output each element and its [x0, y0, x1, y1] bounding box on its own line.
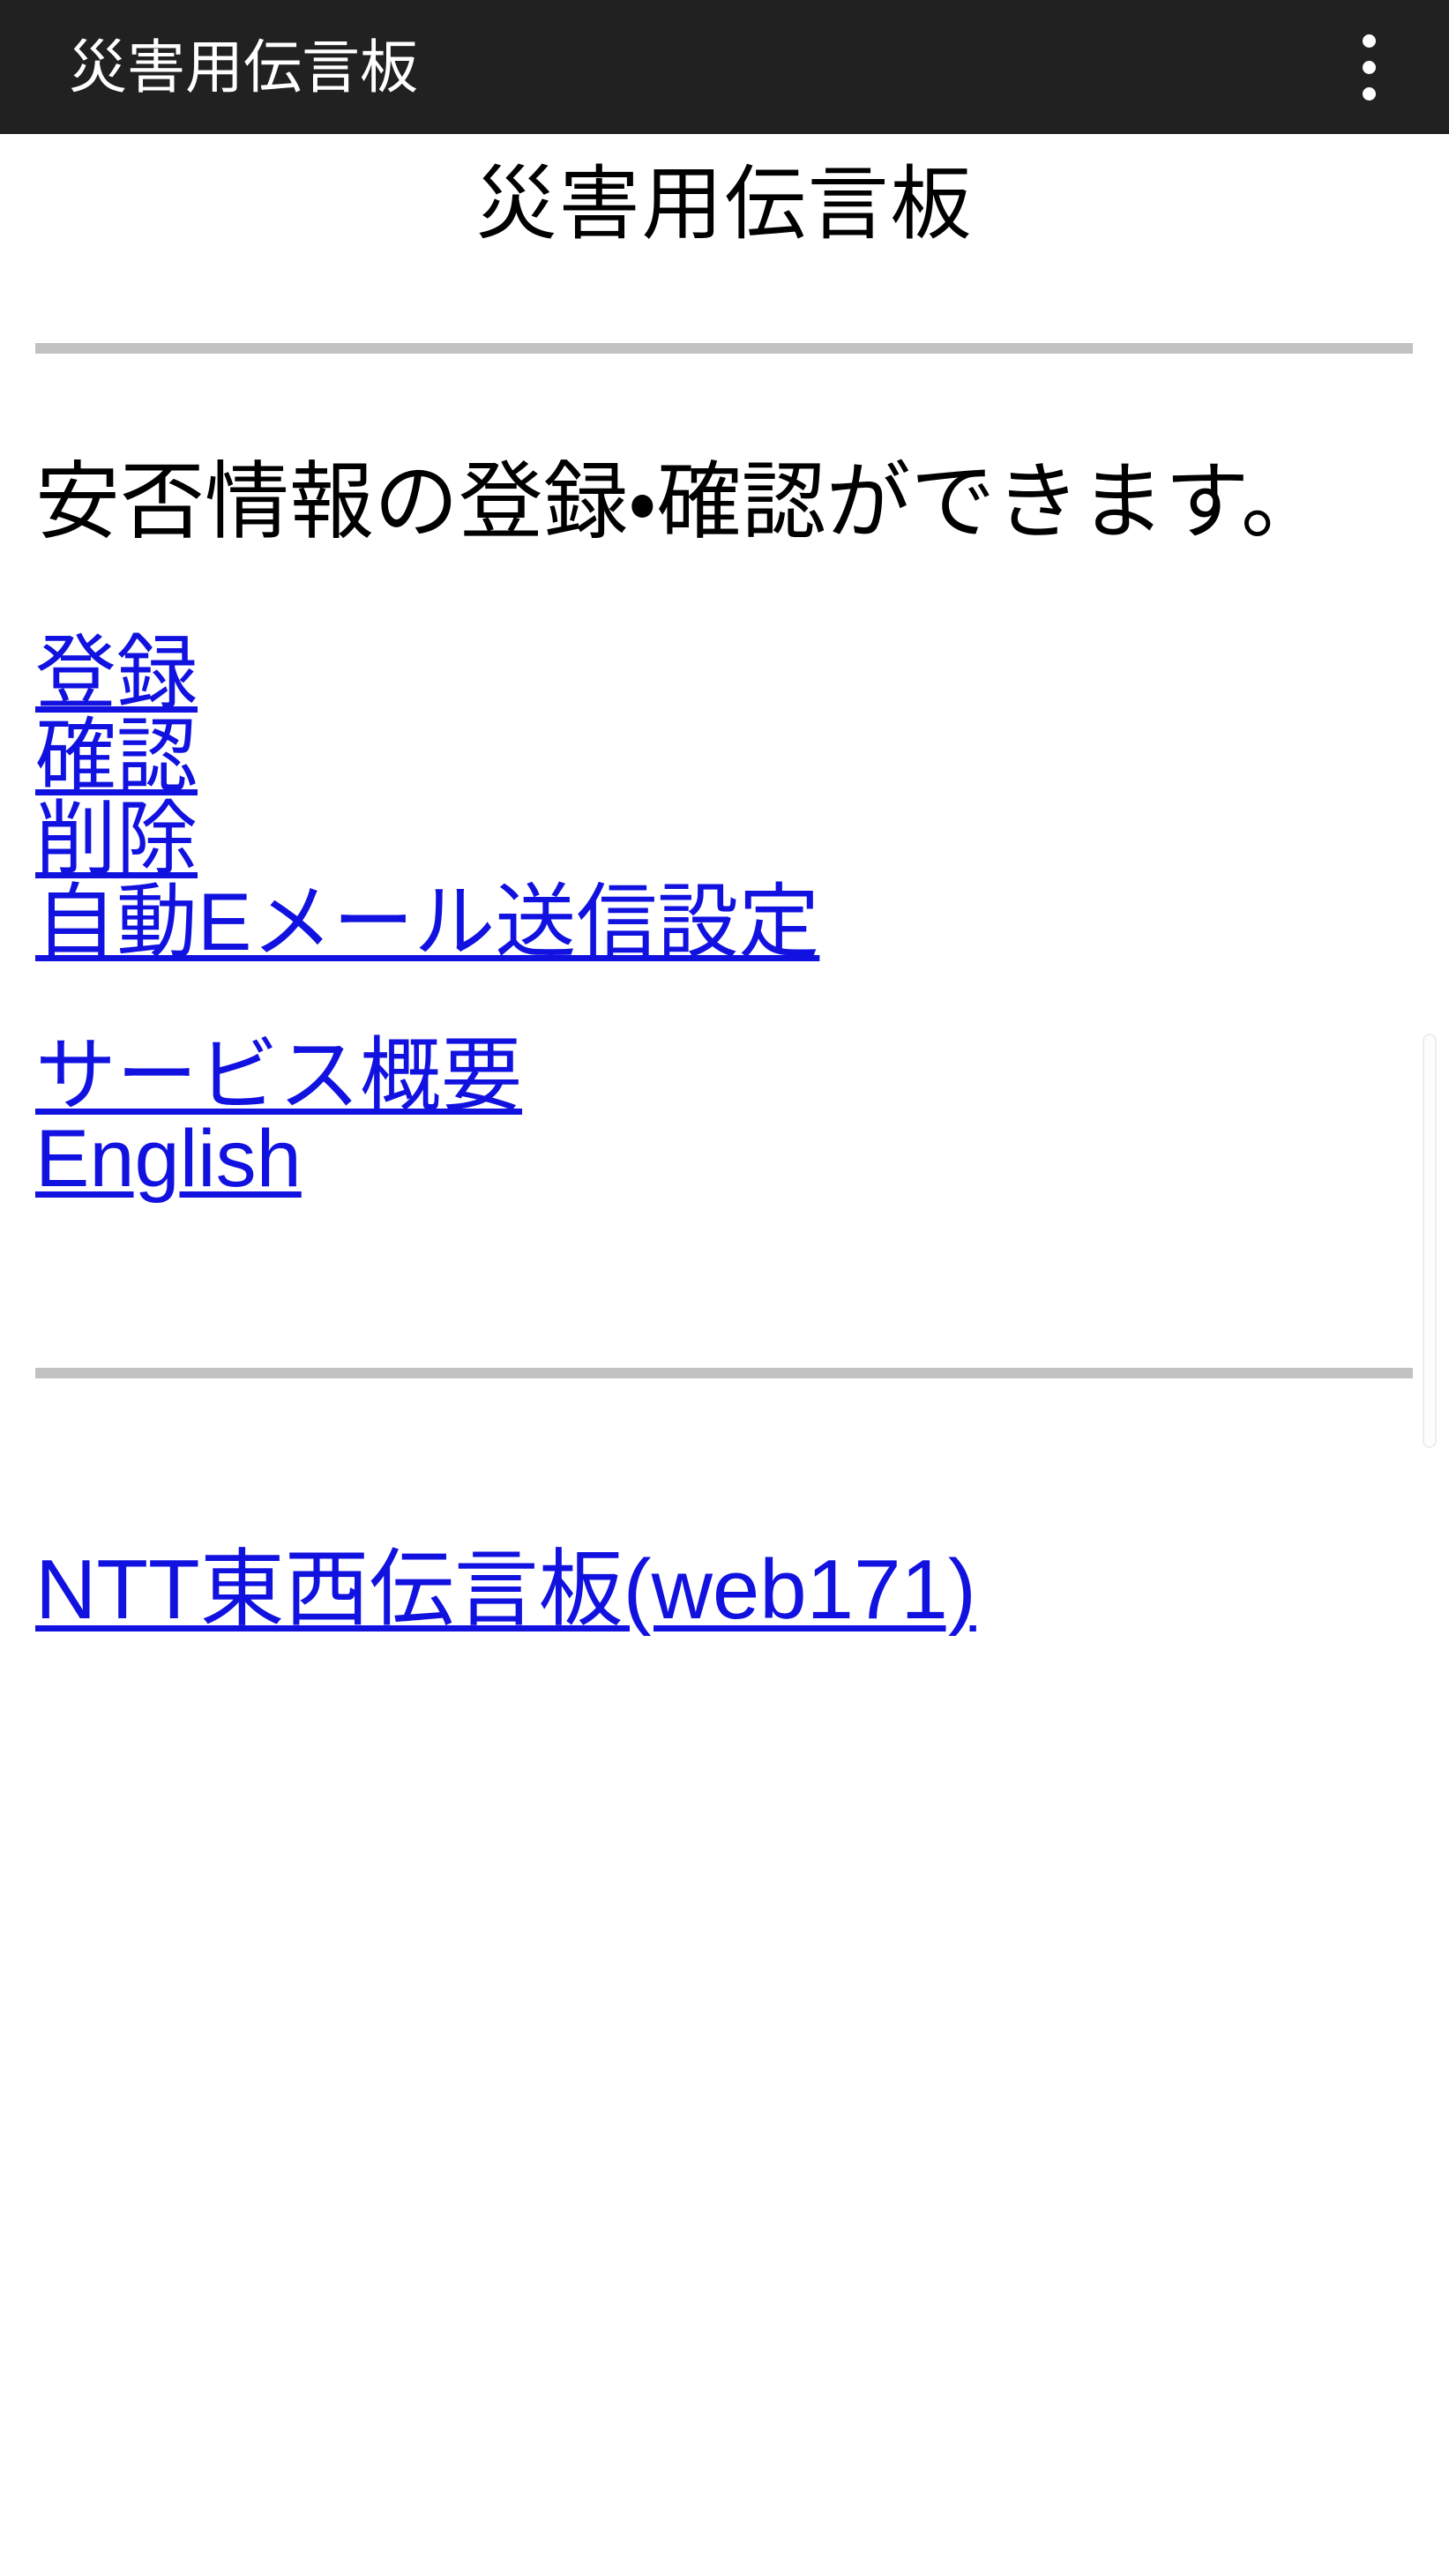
spacer-above-intro — [0, 354, 1449, 452]
link-confirm[interactable]: 確認 — [35, 715, 198, 799]
app-bar-title: 災害用伝言板 — [69, 34, 418, 100]
spacer-above-divider-bottom — [0, 1200, 1449, 1368]
link-register[interactable]: 登録 — [35, 633, 198, 716]
link-english[interactable]: English — [35, 1117, 302, 1201]
list-item: English — [35, 1117, 1449, 1201]
footer-link-list: NTT東西伝言板(web171) — [0, 1546, 1449, 1635]
spacer-below-divider-bottom — [0, 1378, 1449, 1546]
overflow-dot-2 — [1362, 60, 1376, 74]
link-auto-email-settings[interactable]: 自動Eメール送信設定 — [35, 881, 819, 965]
list-item: 登録 — [35, 633, 1449, 716]
app-bar: 災害用伝言板 — [0, 0, 1449, 134]
link-delete[interactable]: 削除 — [35, 798, 198, 882]
overflow-dot-3 — [1362, 86, 1376, 101]
web-content-area: 災害用伝言板 安否情報の登録・確認ができます。 登録 確認 削除 自動Eメール送… — [0, 134, 1449, 2576]
secondary-link-list: サービス概要 English — [0, 1034, 1449, 1201]
primary-link-list: 登録 確認 削除 自動Eメール送信設定 — [0, 633, 1449, 964]
overflow-dot-1 — [1362, 34, 1376, 48]
intro-paragraph: 安否情報の登録・確認ができます。 — [35, 455, 1326, 550]
spacer-between-link-groups — [0, 965, 1449, 1035]
list-item: NTT東西伝言板(web171) — [35, 1546, 1449, 1635]
list-item: サービス概要 — [35, 1034, 1449, 1118]
list-item: 自動Eメール送信設定 — [35, 881, 1449, 965]
page-title: 災害用伝言板 — [475, 160, 974, 250]
list-item: 確認 — [35, 715, 1449, 799]
divider-bottom — [35, 1368, 1413, 1379]
divider-top — [35, 343, 1413, 355]
link-service-overview[interactable]: サービス概要 — [35, 1034, 522, 1118]
link-ntt-web171[interactable]: NTT東西伝言板(web171) — [35, 1546, 976, 1635]
spacer-below-intro — [0, 552, 1449, 633]
list-item: 削除 — [35, 798, 1449, 882]
overflow-menu-icon[interactable] — [1329, 19, 1408, 116]
